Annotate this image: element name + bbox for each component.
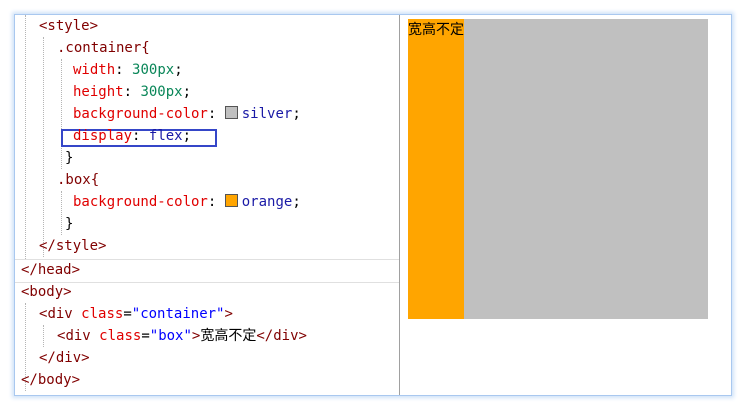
indent-guide: [61, 59, 62, 169]
screenshot-frame: <style> .container{ width: 300px; height…: [14, 14, 732, 396]
code-line-style-open: <style>: [39, 18, 99, 34]
code-line-width: width: 300px;: [73, 62, 183, 78]
code-line-container-div: <div class="container">: [39, 306, 233, 322]
preview-box: 宽高不定: [408, 19, 464, 319]
code-line-div-close: </div>: [39, 350, 90, 366]
code-line-style-close: </style>: [39, 238, 107, 254]
browser-preview-pane: 宽高不定: [408, 19, 708, 319]
pane-divider[interactable]: [399, 15, 400, 395]
code-line-box-selector: .box{: [57, 172, 100, 188]
indent-guide: [43, 325, 44, 347]
code-line-close-brace: }: [65, 150, 74, 166]
silver-color-swatch-icon[interactable]: [224, 106, 238, 119]
code-line-box-div: <div class="box">宽高不定</div>: [57, 328, 307, 344]
indent-guide: [43, 37, 44, 257]
code-line-display: display: flex;: [73, 128, 192, 144]
code-line-box-background-color: background-color: orange;: [73, 194, 301, 210]
code-line-background-color: background-color: silver;: [73, 106, 301, 122]
indent-guide: [25, 15, 26, 259]
code-editor-pane[interactable]: <style> .container{ width: 300px; height…: [15, 15, 399, 395]
code-line-height: height: 300px;: [73, 84, 192, 100]
code-line-head-close: </head>: [21, 262, 81, 278]
code-line-body-close: </body>: [21, 372, 81, 388]
code-line-container-selector: .container{: [57, 40, 150, 56]
orange-color-swatch-icon[interactable]: [224, 194, 238, 207]
code-line-body-open: <body>: [21, 284, 72, 300]
indent-guide: [61, 191, 62, 235]
code-line-close-brace: }: [65, 216, 74, 232]
preview-container: 宽高不定: [408, 19, 708, 319]
